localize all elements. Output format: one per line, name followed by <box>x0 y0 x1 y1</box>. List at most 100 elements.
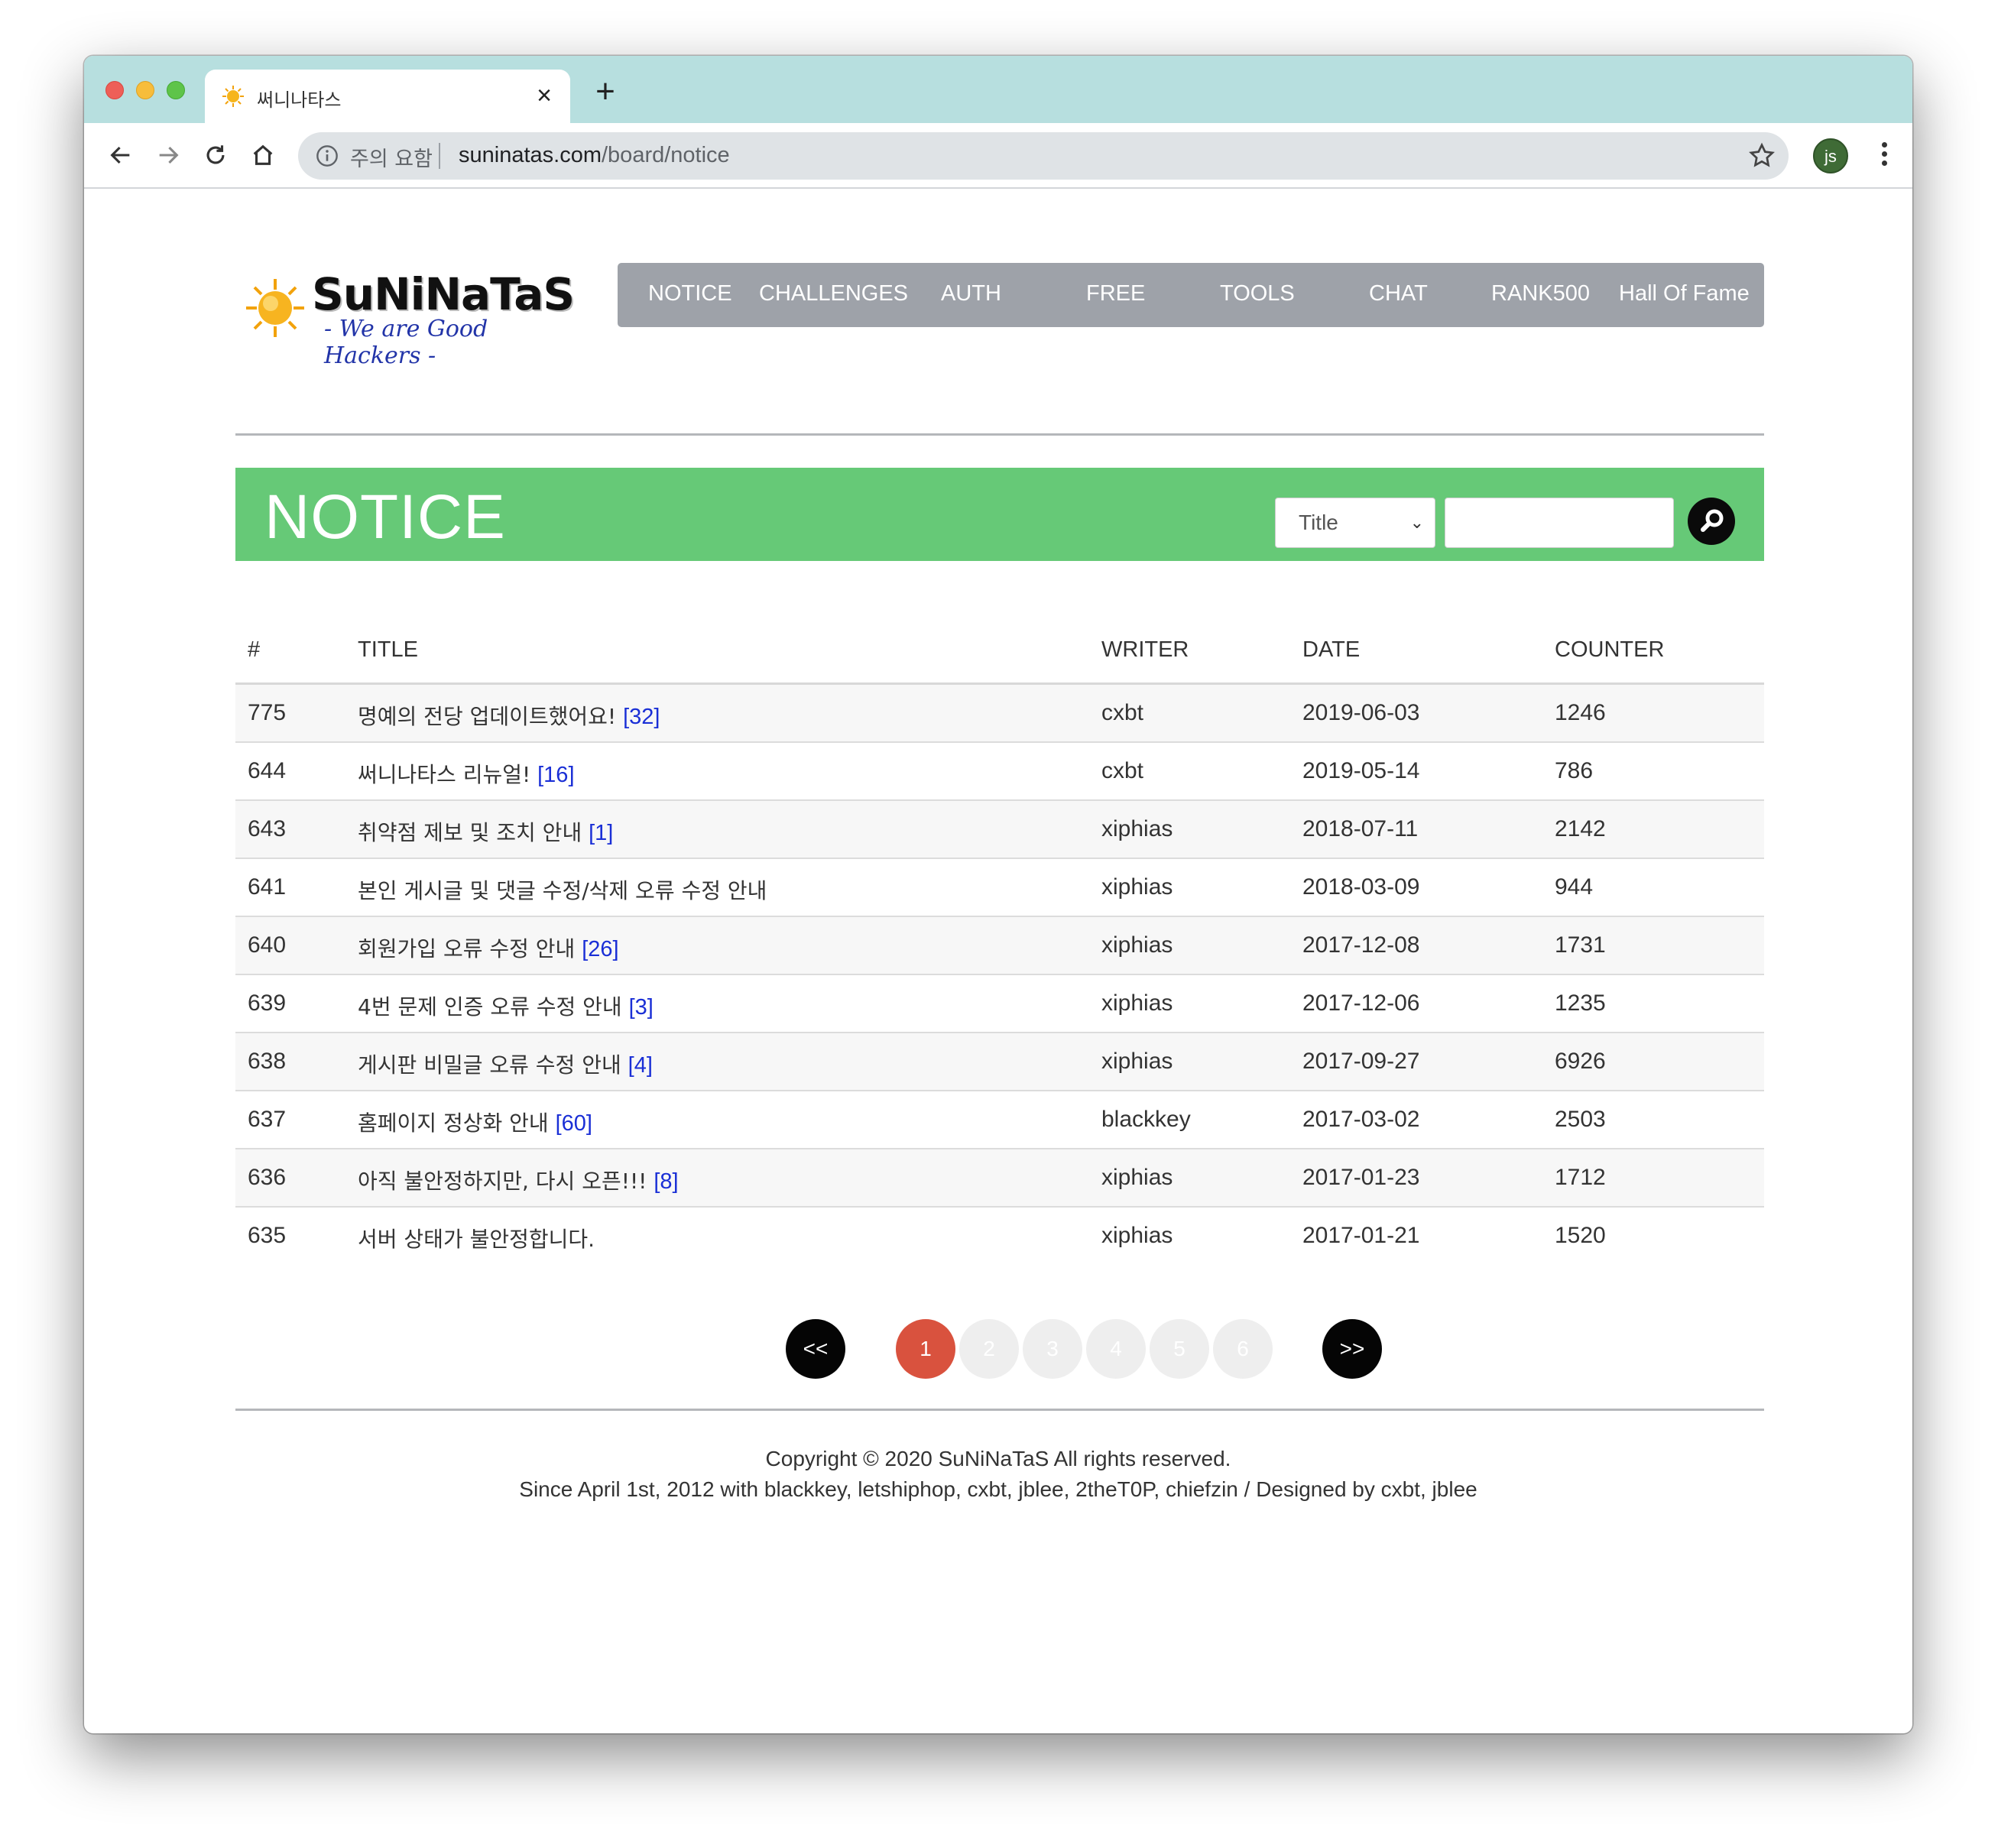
page-5-button[interactable]: 5 <box>1150 1319 1209 1379</box>
next-page-button[interactable]: >> <box>1322 1319 1382 1379</box>
browser-tab[interactable]: 써니나타스 × <box>205 70 570 123</box>
nav-auth[interactable]: AUTH <box>941 281 1001 306</box>
row-date: 2017-09-27 <box>1302 1049 1420 1074</box>
chevron-down-icon: ⌄ <box>1409 513 1424 532</box>
address-bar[interactable]: 주의 요함 suninatas.com/board/notice <box>298 132 1789 180</box>
logo-wordmark: SuNiNaTaS <box>312 268 575 320</box>
search-input[interactable] <box>1445 498 1674 548</box>
comment-count-link[interactable]: [16] <box>537 763 574 787</box>
comment-count-link[interactable]: [3] <box>629 995 654 1020</box>
col-date[interactable]: DATE <box>1302 637 1360 663</box>
row-date: 2017-01-21 <box>1302 1223 1420 1248</box>
page-3-button[interactable]: 3 <box>1023 1319 1082 1379</box>
reload-icon[interactable] <box>199 138 232 172</box>
table-row[interactable]: 635 서버 상태가 불안정합니다. xiphias 2017-01-21 1520 <box>235 1208 1764 1266</box>
row-title[interactable]: 4번 문제 인증 오류 수정 안내 [3] <box>358 990 654 1021</box>
table-row[interactable]: 643 취약점 제보 및 조치 안내 [1] xiphias 2018-07-11 21… <box>235 801 1764 859</box>
search-field-select[interactable]: Title ⌄ <box>1275 498 1435 548</box>
page-4-button[interactable]: 4 <box>1086 1319 1146 1379</box>
table-row[interactable]: 644 써니나타스 리뉴얼! [16] cxbt 2019-05-14 786 <box>235 743 1764 801</box>
row-title[interactable]: 서버 상태가 불안정합니다. <box>358 1223 595 1253</box>
row-counter: 1712 <box>1555 1165 1606 1190</box>
page-content: SuNiNaTaS - We are Good Hackers - NOTICE… <box>84 190 1912 1733</box>
comment-count-link[interactable]: [4] <box>628 1053 653 1078</box>
row-title[interactable]: 아직 불안정하지만, 다시 오픈!!! [8] <box>358 1165 679 1195</box>
row-counter: 1246 <box>1555 700 1606 725</box>
site-logo[interactable]: SuNiNaTaS - We are Good Hackers - <box>245 267 575 369</box>
col-num[interactable]: # <box>248 637 260 663</box>
comment-count-link[interactable]: [60] <box>556 1111 592 1136</box>
table-row[interactable]: 639 4번 문제 인증 오류 수정 안내 [3] xiphias 2017-12-0… <box>235 975 1764 1033</box>
bookmark-star-icon[interactable] <box>1747 141 1776 170</box>
row-date: 2018-07-11 <box>1302 816 1419 841</box>
minimize-window-button[interactable] <box>136 81 154 99</box>
url-text[interactable]: suninatas.com/board/notice <box>459 143 730 168</box>
row-num: 643 <box>248 816 287 841</box>
table-row[interactable]: 775 명예의 전당 업데이트했어요! [32] cxbt 2019-06-03 124… <box>235 685 1764 743</box>
row-num: 636 <box>248 1165 287 1190</box>
row-num: 641 <box>248 874 287 900</box>
page-2-button[interactable]: 2 <box>959 1319 1019 1379</box>
credits-text: Since April 1st, 2012 with blackkey, let… <box>519 1477 1477 1501</box>
row-counter: 786 <box>1555 758 1594 783</box>
close-window-button[interactable] <box>105 81 124 99</box>
table-row[interactable]: 638 게시판 비밀글 오류 수정 안내 [4] xiphias 2017-09-27… <box>235 1033 1764 1091</box>
nav-chat[interactable]: CHAT <box>1369 281 1428 306</box>
comment-count-link[interactable]: [8] <box>654 1169 678 1194</box>
nav-tools[interactable]: TOOLS <box>1220 281 1295 306</box>
row-title[interactable]: 써니나타스 리뉴얼! [16] <box>358 758 575 789</box>
col-title[interactable]: TITLE <box>358 637 418 663</box>
home-icon[interactable] <box>246 138 280 172</box>
page-6-button[interactable]: 6 <box>1213 1319 1273 1379</box>
tab-close-icon[interactable]: × <box>532 80 556 111</box>
comment-count-link[interactable]: [1] <box>589 821 613 845</box>
new-tab-icon[interactable]: + <box>590 75 621 109</box>
row-writer: xiphias <box>1101 1049 1173 1074</box>
row-counter: 2142 <box>1555 816 1606 841</box>
browser-menu-icon[interactable] <box>1873 138 1896 173</box>
row-title[interactable]: 게시판 비밀글 오류 수정 안내 [4] <box>358 1049 653 1079</box>
notice-table: # TITLE WRITER DATE COUNTER 775 명예의 전당 업데… <box>235 614 1764 1266</box>
table-row[interactable]: 640 회원가입 오류 수정 안내 [26] xiphias 2017-12-08 17… <box>235 917 1764 975</box>
omnibox-separator <box>439 143 440 169</box>
logo-tagline: - We are Good Hackers - <box>324 316 488 369</box>
row-date: 2019-06-03 <box>1302 700 1420 725</box>
col-counter[interactable]: COUNTER <box>1555 637 1664 663</box>
nav-hall-of-fame[interactable]: Hall Of Fame <box>1619 281 1750 306</box>
nav-rank500[interactable]: RANK500 <box>1491 281 1590 306</box>
security-warning-label[interactable]: 주의 요함 <box>350 142 433 172</box>
nav-free[interactable]: FREE <box>1086 281 1145 306</box>
profile-avatar[interactable]: js <box>1813 138 1848 173</box>
prev-page-button[interactable]: << <box>786 1319 845 1379</box>
row-writer: xiphias <box>1101 932 1173 958</box>
footer-divider <box>235 1409 1764 1411</box>
sun-logo-icon <box>246 279 304 337</box>
row-title[interactable]: 홈페이지 정상화 안내 [60] <box>358 1107 592 1137</box>
row-title[interactable]: 회원가입 오류 수정 안내 [26] <box>358 932 619 963</box>
col-writer[interactable]: WRITER <box>1101 637 1189 663</box>
table-row[interactable]: 637 홈페이지 정상화 안내 [60] blackkey 2017-03-02 250… <box>235 1091 1764 1149</box>
row-num: 639 <box>248 990 287 1016</box>
row-title[interactable]: 취약점 제보 및 조치 안내 [1] <box>358 816 613 847</box>
row-title[interactable]: 명예의 전당 업데이트했어요! [32] <box>358 700 660 731</box>
row-title[interactable]: 본인 게시글 및 댓글 수정/삭제 오류 수정 안내 <box>358 874 767 905</box>
copyright-text: Copyright © 2020 SuNiNaTaS All rights re… <box>765 1447 1231 1470</box>
forward-arrow-icon[interactable] <box>151 138 185 172</box>
page-1-button[interactable]: 1 <box>896 1319 955 1379</box>
page-title: NOTICE <box>264 482 506 552</box>
search-button[interactable] <box>1688 498 1735 545</box>
row-writer: xiphias <box>1101 1165 1173 1190</box>
nav-challenges[interactable]: CHALLENGES <box>759 281 908 306</box>
comment-count-link[interactable]: [32] <box>623 705 660 729</box>
comment-count-link[interactable]: [26] <box>582 937 618 961</box>
tab-title: 써니나타스 <box>257 89 342 111</box>
zoom-window-button[interactable] <box>167 81 185 99</box>
nav-notice[interactable]: NOTICE <box>648 281 732 306</box>
sun-favicon-icon <box>222 86 244 107</box>
table-row[interactable]: 636 아직 불안정하지만, 다시 오픈!!! [8] xiphias 2017-01… <box>235 1149 1764 1208</box>
back-arrow-icon[interactable] <box>104 138 138 172</box>
row-num: 638 <box>248 1049 287 1074</box>
info-icon[interactable] <box>315 144 339 168</box>
row-writer: xiphias <box>1101 1223 1173 1248</box>
table-row[interactable]: 641 본인 게시글 및 댓글 수정/삭제 오류 수정 안내 xiphias 201… <box>235 859 1764 917</box>
